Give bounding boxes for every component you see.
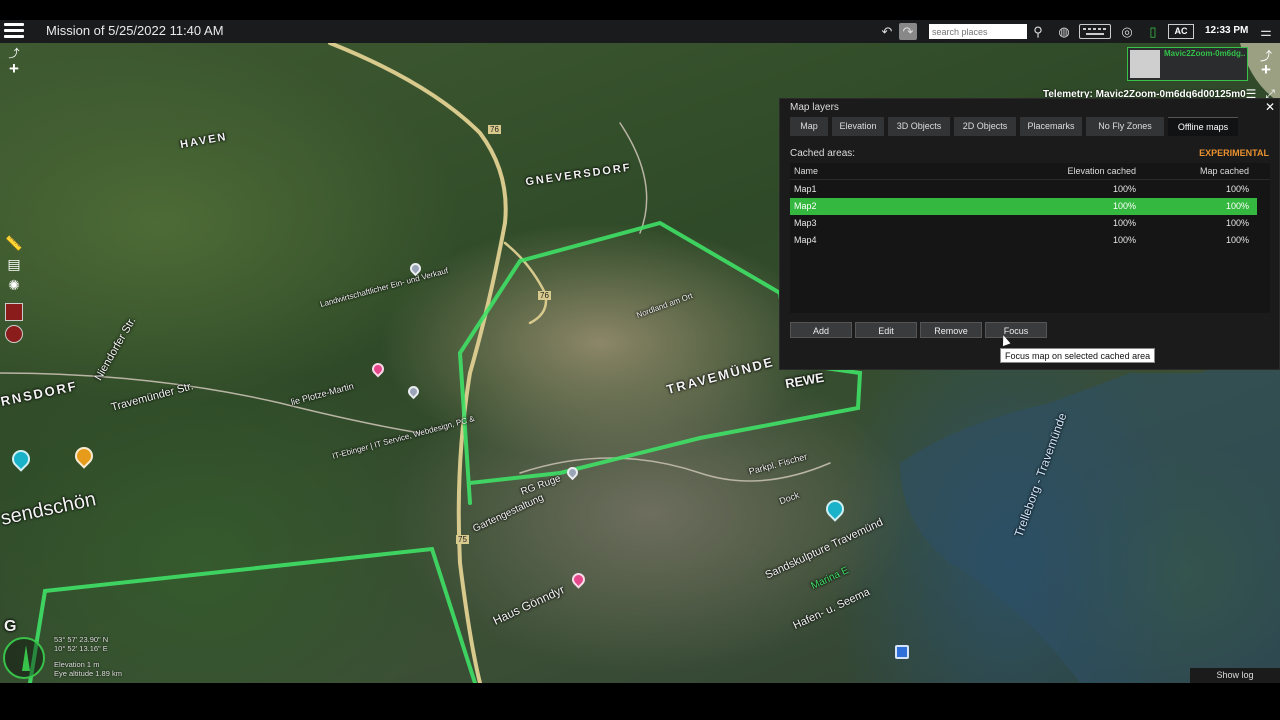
drone-name: Mavic2Zoom-0m6dg.. — [1164, 49, 1246, 58]
top-bar: Mission of 5/25/2022 11:40 AM ↶ ↷ ⚲ ◍ ◎ … — [0, 20, 1280, 43]
cached-areas-table: Name Elevation cached Map cached Map1 10… — [790, 163, 1270, 313]
row-name: Map3 — [794, 218, 817, 228]
local-road — [619, 122, 648, 234]
search-input[interactable] — [929, 24, 1027, 39]
table-header: Name Elevation cached Map cached — [790, 163, 1270, 180]
mission-title: Mission of 5/25/2022 11:40 AM — [46, 23, 224, 38]
row-name: Map2 — [794, 201, 817, 211]
road-shield-76: 76 — [488, 125, 501, 134]
river-water — [900, 343, 1280, 683]
clock: 12:33 PM — [1205, 25, 1249, 36]
focus-button[interactable]: Focus — [985, 322, 1047, 338]
tab-offline-maps[interactable]: Offline maps — [1168, 117, 1238, 136]
table-row[interactable]: Map3 100% 100% — [790, 215, 1257, 232]
row-name: Map4 — [794, 235, 817, 245]
map-layers-panel: Map layers ✕ Map Elevation 3D Objects 2D… — [779, 98, 1280, 370]
drone-card[interactable]: Mavic2Zoom-0m6dg.. — [1127, 47, 1248, 81]
latitude: 53° 57' 23.90" N — [54, 635, 109, 644]
row-name: Map1 — [794, 184, 817, 194]
row-map: 100% — [1225, 235, 1249, 245]
redo-icon[interactable]: ↷ — [899, 23, 917, 40]
edit-button[interactable]: Edit — [855, 322, 917, 338]
search-icon[interactable]: ⚲ — [1029, 23, 1047, 40]
column-header-map[interactable]: Map cached — [1140, 166, 1249, 176]
experimental-badge: EXPERIMENTAL — [1199, 148, 1269, 158]
keyboard-icon[interactable] — [1079, 24, 1111, 39]
close-icon[interactable]: ✕ — [1265, 100, 1275, 114]
cached-areas-label: Cached areas: — [790, 148, 856, 159]
tab-elevation[interactable]: Elevation — [832, 117, 884, 136]
elevation: Elevation 1 m — [54, 660, 100, 669]
add-button[interactable]: Add — [790, 322, 852, 338]
sun-icon[interactable]: ✺ — [5, 276, 23, 294]
headset-icon[interactable]: ◎ — [1118, 23, 1136, 40]
tab-no-fly-zones[interactable]: No Fly Zones — [1086, 117, 1164, 136]
eye-altitude: Eye altitude 1.89 km — [54, 669, 122, 678]
parking-marker-icon[interactable] — [895, 645, 909, 659]
add-icon[interactable]: + — [5, 60, 23, 78]
road-shield-75: 75 — [456, 535, 469, 544]
row-elevation: 100% — [1112, 201, 1136, 211]
tab-3d-objects[interactable]: 3D Objects — [888, 117, 950, 136]
tab-placemarks[interactable]: Placemarks — [1020, 117, 1082, 136]
row-map: 100% — [1225, 201, 1249, 211]
ac-badge[interactable]: AC — [1168, 24, 1194, 39]
road-shield-76: 76 — [538, 291, 551, 300]
drone-thumbnail — [1130, 50, 1160, 78]
table-row[interactable]: Map4 100% 100% — [790, 232, 1257, 249]
panel-title: Map layers — [790, 102, 839, 113]
focus-tooltip: Focus map on selected cached area — [1000, 348, 1156, 363]
row-elevation: 100% — [1112, 184, 1136, 194]
polygon-zone-icon[interactable] — [5, 303, 23, 321]
app-window: Mission of 5/25/2022 11:40 AM ↶ ↷ ⚲ ◍ ◎ … — [0, 0, 1280, 720]
remove-button[interactable]: Remove — [920, 322, 982, 338]
hamburger-menu-icon[interactable] — [4, 23, 24, 39]
add-drone-icon[interactable]: + — [1258, 61, 1274, 78]
layers-icon[interactable]: ▤ — [5, 255, 23, 273]
row-elevation: 100% — [1112, 218, 1136, 228]
coordinates-readout: 53° 57' 23.90" N 10° 52' 13.16" E Elevat… — [54, 635, 122, 678]
battery-icon: ▯ — [1149, 24, 1157, 39]
row-map: 100% — [1225, 184, 1249, 194]
circle-zone-icon[interactable] — [5, 325, 23, 343]
column-header-elevation[interactable]: Elevation cached — [1040, 166, 1136, 176]
map-label-g: G — [4, 618, 17, 635]
settings-sliders-icon[interactable]: ⚌ — [1257, 23, 1275, 40]
row-map: 100% — [1225, 218, 1249, 228]
table-row[interactable]: Map1 100% 100% — [790, 181, 1257, 198]
globe-icon[interactable]: ◍ — [1055, 23, 1073, 40]
motorway-road — [328, 43, 508, 683]
longitude: 10° 52' 13.16" E — [54, 644, 108, 653]
row-elevation: 100% — [1112, 235, 1136, 245]
table-row-selected[interactable]: Map2 100% 100% — [790, 198, 1257, 215]
column-header-name[interactable]: Name — [794, 166, 818, 176]
tab-2d-objects[interactable]: 2D Objects — [954, 117, 1016, 136]
ruler-icon[interactable]: 📏 — [5, 234, 23, 252]
tab-map[interactable]: Map — [790, 117, 828, 136]
undo-icon[interactable]: ↶ — [878, 23, 896, 40]
show-log-button[interactable]: Show log — [1190, 668, 1280, 683]
compass-icon[interactable] — [3, 637, 45, 679]
